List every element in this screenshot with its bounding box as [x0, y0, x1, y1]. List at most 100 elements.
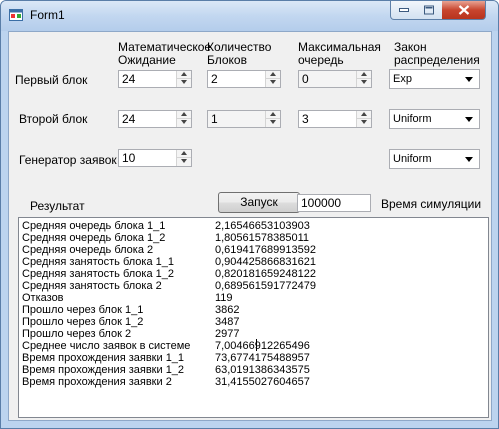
spin-up-button[interactable] — [177, 71, 191, 79]
result-value: 3862 — [215, 304, 240, 316]
result-name: Средняя занятость блока 1_1 — [22, 256, 174, 268]
generator-distribution-value: Uniform — [393, 153, 432, 165]
row2-distribution-value: Uniform — [393, 113, 432, 125]
maximize-button[interactable] — [416, 1, 443, 20]
result-name: Прошло через блок 2 — [22, 328, 132, 340]
header-distribution-line2: распределения — [394, 53, 480, 67]
result-name: Средняя занятость блока 1_2 — [22, 268, 174, 280]
spin-up-button[interactable] — [266, 111, 280, 119]
row1-blocks-updown[interactable]: 2 — [207, 70, 281, 88]
header-expectation-line2: Ожидание — [118, 53, 176, 67]
result-value: 3487 — [215, 316, 240, 328]
start-button[interactable]: Запуск — [218, 192, 300, 213]
spin-down-button[interactable] — [266, 119, 280, 127]
spin-buttons — [356, 111, 371, 127]
row2-expectation-value: 24 — [122, 112, 136, 126]
arrow-up-icon — [361, 112, 367, 116]
generator-label: Генератор заявок — [19, 153, 117, 167]
result-name: Время прохождения заявки 1_2 — [22, 364, 185, 376]
simulation-time-value: 100000 — [301, 196, 342, 210]
spin-buttons — [176, 71, 191, 87]
arrow-down-icon — [361, 80, 367, 84]
spin-up-button[interactable] — [357, 71, 371, 79]
chevron-down-icon — [465, 77, 473, 82]
spin-down-button[interactable] — [177, 119, 191, 127]
minimize-icon — [399, 8, 409, 12]
results-textbox[interactable]: Средняя очередь блока 1_1 2,1654665310390… — [18, 217, 489, 418]
spin-buttons — [176, 150, 191, 166]
chevron-down-icon — [465, 157, 473, 162]
spin-buttons — [356, 71, 371, 87]
row2-blocks-updown[interactable]: 1 — [207, 110, 281, 128]
row2-distribution-dropdown[interactable]: Uniform — [389, 109, 480, 129]
result-value: 31,4155027604657 — [215, 376, 310, 388]
result-name: Отказов — [22, 292, 64, 304]
spin-down-button[interactable] — [177, 158, 191, 166]
row1-expectation-value: 24 — [122, 72, 136, 86]
generator-updown[interactable]: 10 — [118, 149, 192, 167]
arrow-up-icon — [181, 112, 187, 116]
row2-max-queue-value: 3 — [302, 112, 309, 126]
result-name: Средняя очередь блока 1_1 — [22, 220, 166, 232]
spin-down-button[interactable] — [177, 79, 191, 87]
row1-max-queue-updown[interactable]: 0 — [298, 70, 372, 88]
row2-expectation-updown[interactable]: 24 — [118, 110, 192, 128]
arrow-down-icon — [181, 159, 187, 163]
arrow-down-icon — [270, 80, 276, 84]
header-max-queue: Максимальная очередь — [298, 41, 381, 67]
result-value: 0,904425866831621 — [215, 256, 316, 268]
minimize-button[interactable] — [390, 1, 418, 20]
window-title: Form1 — [30, 8, 65, 22]
row1-distribution-value: Exp — [393, 73, 412, 85]
row1-distribution-dropdown[interactable]: Exp — [389, 69, 480, 89]
arrow-up-icon — [270, 72, 276, 76]
spin-down-button[interactable] — [357, 79, 371, 87]
result-value: 2977 — [215, 328, 240, 340]
result-value: 0,689561591772479 — [215, 280, 316, 292]
result-value: 2,16546653103903 — [215, 220, 310, 232]
result-name: Средняя очередь блока 1_2 — [22, 232, 166, 244]
close-button[interactable] — [442, 1, 486, 20]
row2-max-queue-updown[interactable]: 3 — [298, 110, 372, 128]
maximize-icon — [424, 5, 434, 15]
row1-max-queue-value: 0 — [302, 72, 309, 86]
header-blocks-line2: Блоков — [207, 53, 247, 67]
generator-value: 10 — [122, 151, 136, 165]
header-blocks: Количество Блоков — [207, 41, 271, 67]
row1-expectation-updown[interactable]: 24 — [118, 70, 192, 88]
spin-down-button[interactable] — [266, 79, 280, 87]
title-bar[interactable]: Form1 — [1, 1, 498, 31]
result-name: Средняя занятость блока 2 — [22, 280, 162, 292]
arrow-down-icon — [361, 120, 367, 124]
spin-down-button[interactable] — [357, 119, 371, 127]
arrow-up-icon — [361, 72, 367, 76]
chevron-down-icon — [465, 117, 473, 122]
row2-label: Второй блок — [19, 112, 88, 126]
result-value: 0,820181659248122 — [215, 268, 316, 280]
generator-distribution-dropdown[interactable]: Uniform — [389, 149, 480, 169]
result-name: Время прохождения заявки 1_1 — [22, 352, 185, 364]
spin-buttons — [265, 71, 280, 87]
spin-up-button[interactable] — [266, 71, 280, 79]
app-icon — [9, 9, 23, 21]
simulation-time-input[interactable]: 100000 — [297, 194, 371, 212]
row1-label: Первый блок — [15, 73, 88, 87]
result-value: 73,6774175488957 — [215, 352, 310, 364]
arrow-up-icon — [181, 151, 187, 155]
spin-up-button[interactable] — [177, 111, 191, 119]
arrow-down-icon — [270, 120, 276, 124]
close-icon — [458, 5, 469, 15]
result-value: 63,0191386343575 — [215, 364, 310, 376]
result-value: 119 — [215, 292, 233, 304]
form-client-area: Математическое Ожидание Количество Блоко… — [8, 31, 492, 421]
spin-buttons — [265, 111, 280, 127]
result-name: Среднее число заявок в системе — [22, 340, 191, 352]
arrow-down-icon — [181, 120, 187, 124]
arrow-down-icon — [181, 80, 187, 84]
header-max-queue-line2: очередь — [298, 53, 344, 67]
row1-blocks-value: 2 — [211, 72, 218, 86]
spin-up-button[interactable] — [177, 150, 191, 158]
result-value: 0,619417689913592 — [215, 244, 316, 256]
spin-buttons — [176, 111, 191, 127]
spin-up-button[interactable] — [357, 111, 371, 119]
